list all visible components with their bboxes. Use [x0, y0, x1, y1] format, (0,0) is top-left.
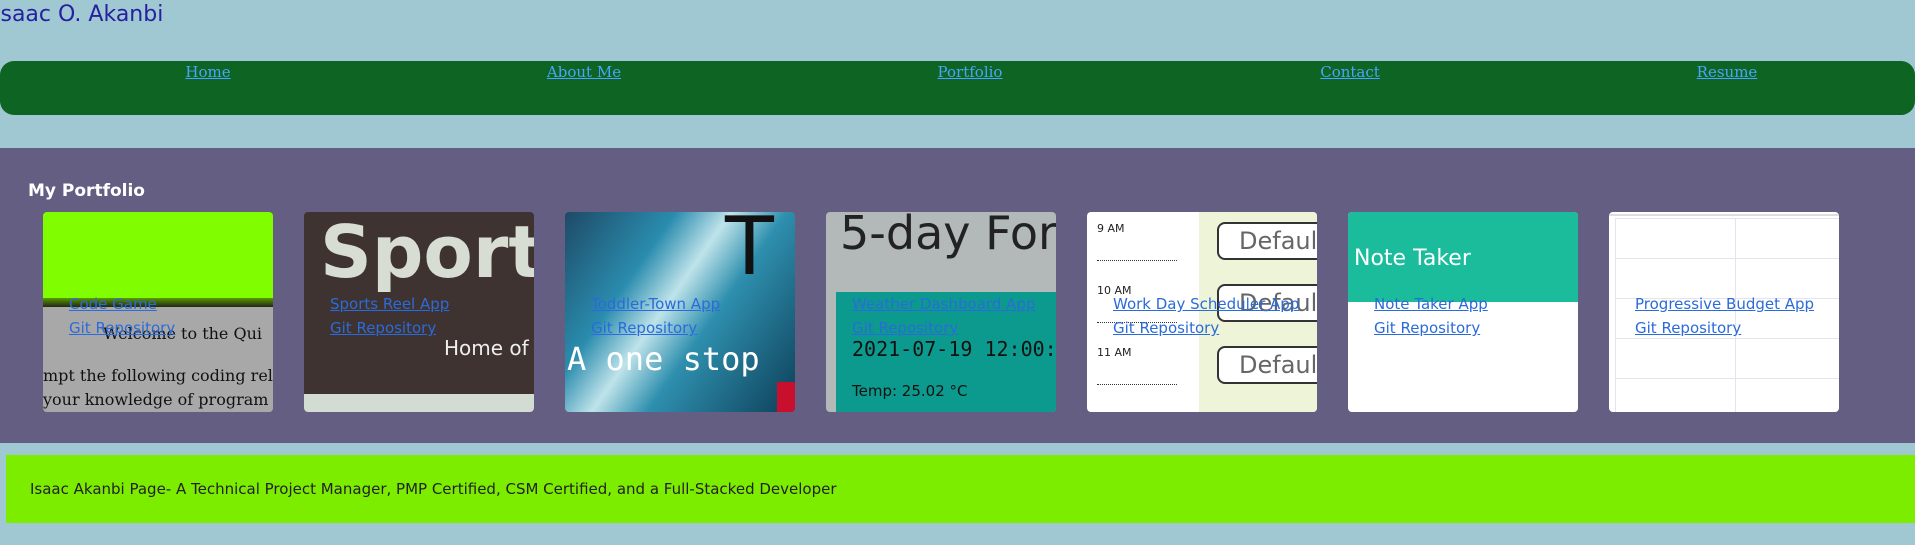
thumbnail-text: Default [1217, 222, 1317, 260]
thumbnail-text: 9 AM [1097, 222, 1125, 235]
thumbnail-text: Temp: 25.02 °C [852, 382, 968, 400]
nav-contact-link[interactable]: Contact [1320, 63, 1380, 81]
portfolio-section: My Portfolio Welcome to the Qui mpt the … [0, 148, 1915, 443]
thumbnail-text: A one stop [567, 340, 760, 378]
thumbnail-text: mpt the following coding rel your knowle… [43, 366, 273, 409]
nav-about-me-link[interactable]: About Me [547, 63, 621, 81]
nav-resume-link[interactable]: Resume [1697, 63, 1758, 81]
project-app-link[interactable]: Sports Reel App [330, 292, 449, 316]
project-repo-link[interactable]: Git Repository [330, 316, 449, 340]
portfolio-card-note-taker: Note Taker Note Taker App Git Repository [1348, 212, 1578, 412]
project-app-link[interactable]: Work Day Scheduler App [1113, 292, 1299, 316]
portfolio-card-work-day-scheduler: 9 AM Default 10 AM Default 11 AM Default… [1087, 212, 1317, 412]
nav-portfolio-link[interactable]: Portfolio [938, 63, 1003, 81]
portfolio-card-progressive-budget: Progressive Budget App Git Repository [1609, 212, 1839, 412]
project-repo-link[interactable]: Git Repository [1113, 316, 1299, 340]
thumbnail-text: 5-day For [840, 212, 1056, 260]
project-app-link[interactable]: Code Game [69, 292, 175, 316]
portfolio-card-weather-dashboard: 5-day For 2021-07-19 12:00:00 Temp: 25.0… [826, 212, 1056, 412]
project-repo-link[interactable]: Git Repository [1374, 316, 1488, 340]
nav-home-link[interactable]: Home [185, 63, 230, 81]
project-repo-link[interactable]: Git Repository [1635, 316, 1814, 340]
thumbnail-text: 11 AM [1097, 346, 1132, 359]
portfolio-heading: My Portfolio [28, 181, 145, 201]
thumbnail-text: Default [1217, 346, 1317, 384]
thumbnail-text: Home of [444, 336, 529, 360]
project-repo-link[interactable]: Git Repository [69, 316, 175, 340]
project-repo-link[interactable]: Git Repository [852, 316, 1035, 340]
thumbnail-text: 2021-07-19 12:00:00 [852, 337, 1056, 361]
main-navbar: Home About Me Portfolio Contact Resume [0, 61, 1915, 115]
project-app-link[interactable]: Weather Dashboard App [852, 292, 1035, 316]
project-repo-link[interactable]: Git Repository [591, 316, 720, 340]
portfolio-card-toddler-town: T A one stop Toddler-Town App Git Reposi… [565, 212, 795, 412]
footer-text: Isaac Akanbi Page- A Technical Project M… [30, 480, 837, 498]
project-app-link[interactable]: Note Taker App [1374, 292, 1488, 316]
thumbnail-text: Sports [320, 212, 534, 294]
project-app-link[interactable]: Toddler-Town App [591, 292, 720, 316]
portfolio-card-code-game: Welcome to the Qui mpt the following cod… [43, 212, 273, 412]
thumbnail-text: Note Taker [1354, 246, 1471, 271]
thumbnail-text: T [725, 212, 774, 293]
page-footer: Isaac Akanbi Page- A Technical Project M… [6, 455, 1915, 523]
project-app-link[interactable]: Progressive Budget App [1635, 292, 1814, 316]
portfolio-card-sports-reel: Sports Home of Sports Reel App Git Repos… [304, 212, 534, 412]
site-title: Isaac O. Akanbi [0, 2, 164, 27]
